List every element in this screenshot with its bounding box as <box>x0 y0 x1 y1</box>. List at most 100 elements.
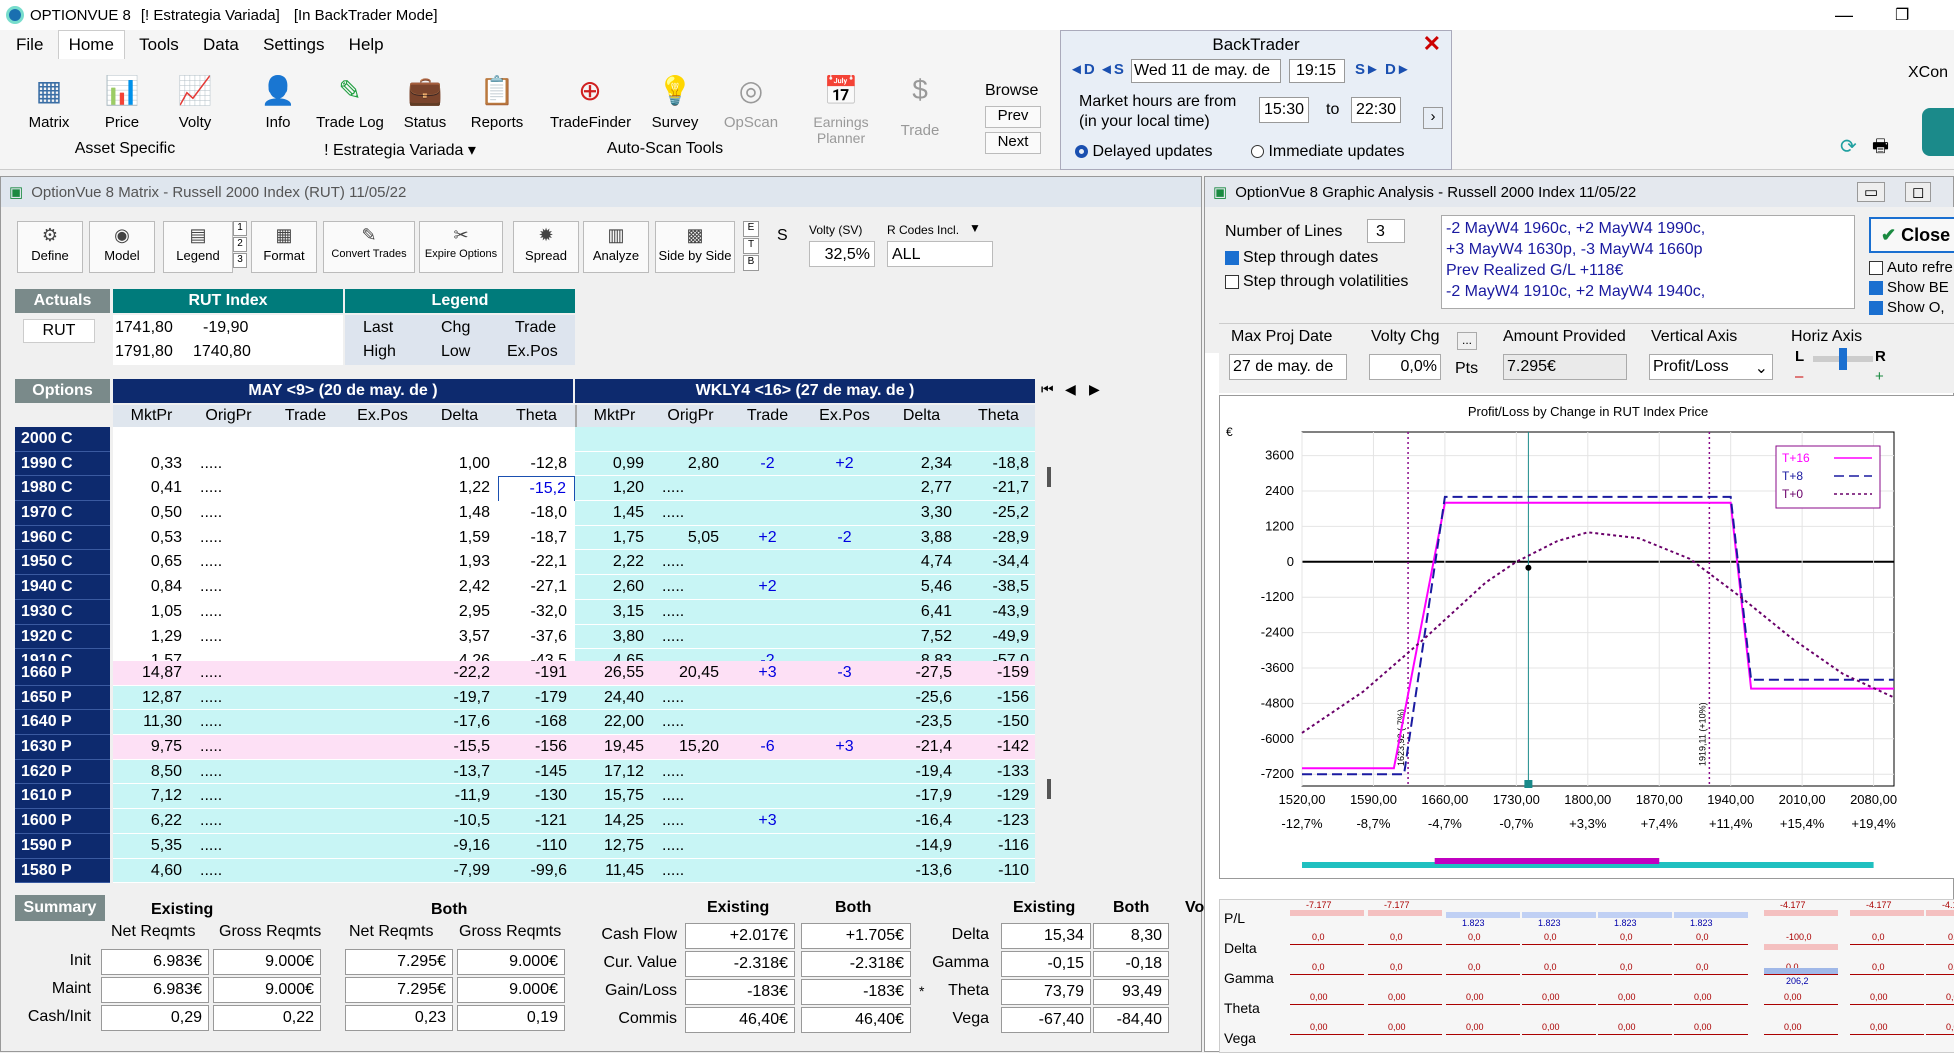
strike-label[interactable]: 1660 P <box>15 661 110 686</box>
maximize-icon[interactable]: ◻ <box>1905 182 1932 202</box>
strike-label[interactable]: 1960 C <box>15 525 110 551</box>
menu-settings[interactable]: Settings <box>253 31 334 59</box>
table-cell[interactable]: 3,80 <box>575 625 652 649</box>
table-row[interactable]: 0,65..... 1,93 -22,1 2,22..... 4,74 -34,4 <box>113 550 1037 576</box>
table-cell[interactable]: -116 <box>960 834 1037 858</box>
table-cell[interactable]: 0,50 <box>113 501 190 525</box>
table-row[interactable]: 8,50..... -13,7 -145 17,12..... -19,4 -133 <box>113 759 1035 785</box>
table-cell[interactable]: ..... <box>652 501 729 525</box>
table-cell[interactable]: -3 <box>806 661 883 685</box>
table-cell[interactable]: -43,9 <box>960 600 1037 624</box>
s-button[interactable]: S <box>777 227 788 245</box>
table-cell[interactable]: -27,1 <box>498 575 575 599</box>
table-cell[interactable]: 1,00 <box>421 452 498 476</box>
survey-button[interactable]: 💡 Survey <box>640 70 710 132</box>
next-button[interactable]: Next <box>985 132 1041 154</box>
toolbar-button-analyze[interactable]: ▥ Analyze <box>583 221 649 273</box>
step-back-session-icon[interactable]: ◄S <box>1099 61 1124 78</box>
table-cell[interactable]: -27,5 <box>883 661 960 685</box>
table-cell[interactable]: ..... <box>652 760 729 784</box>
table-cell[interactable]: 1,93 <box>421 550 498 574</box>
table-cell[interactable]: -110 <box>498 834 575 858</box>
table-row[interactable]: 6,22..... -10,5 -121 14,25..... +3 -16,4 -123 <box>113 809 1035 834</box>
toolbar-button-format[interactable]: ▦ Format <box>251 221 317 273</box>
table-cell[interactable]: ..... <box>190 661 267 685</box>
from-field[interactable]: 15:30 <box>1259 97 1309 123</box>
table-cell[interactable]: -110 <box>960 859 1037 883</box>
table-cell[interactable]: 1,05 <box>113 600 190 624</box>
strike-label[interactable]: 1590 P <box>15 833 110 859</box>
table-cell[interactable]: -10,5 <box>421 809 498 833</box>
strike-label[interactable]: 1620 P <box>15 759 110 785</box>
strike-label[interactable]: 1630 P <box>15 735 110 760</box>
table-cell[interactable]: -49,9 <box>960 625 1037 649</box>
table-cell[interactable]: ..... <box>190 760 267 784</box>
table-cell[interactable]: 1,59 <box>421 526 498 550</box>
table-cell[interactable]: 11,30 <box>113 710 190 734</box>
auto-refresh-checkbox[interactable]: Auto refre <box>1869 259 1953 276</box>
table-cell[interactable]: 11,45 <box>575 859 652 883</box>
max-proj-field[interactable]: 27 de may. de <box>1229 354 1347 380</box>
table-cell[interactable]: 2,60 <box>575 575 652 599</box>
strike-label[interactable]: 1920 C <box>15 624 110 650</box>
table-cell[interactable]: ..... <box>652 859 729 883</box>
table-cell[interactable]: -21,4 <box>883 735 960 759</box>
table-cell[interactable]: 8,50 <box>113 760 190 784</box>
strike-label[interactable]: 1640 P <box>15 710 110 736</box>
table-cell[interactable]: 19,45 <box>575 735 652 759</box>
table-cell[interactable]: -6 <box>729 735 806 759</box>
toolbar-button-side-by-side[interactable]: ▩ Side by Side <box>655 221 735 273</box>
table-cell[interactable]: 2,22 <box>575 550 652 574</box>
toolbar-button-model[interactable]: ◉ Model <box>89 221 155 273</box>
table-cell[interactable]: ..... <box>190 526 267 550</box>
table-cell[interactable]: -13,6 <box>883 859 960 883</box>
table-row[interactable]: 11,30..... -17,6 -168 22,00..... -23,5 -150 <box>113 710 1035 736</box>
toolbar-button-expire-options[interactable]: ✂ Expire Options <box>419 221 503 273</box>
table-cell[interactable]: ..... <box>190 452 267 476</box>
step-vol-checkbox[interactable]: Step through volatilities <box>1225 273 1408 291</box>
table-cell[interactable]: -32,0 <box>498 600 575 624</box>
table-cell[interactable]: ..... <box>652 710 729 734</box>
table-cell[interactable]: 14,87 <box>113 661 190 685</box>
table-cell[interactable]: 1,22 <box>421 476 498 500</box>
table-row[interactable]: 4,60..... -7,99 -99,6 11,45..... -13,6 -110 <box>113 858 1037 884</box>
table-cell[interactable]: 0,41 <box>113 476 190 500</box>
table-cell[interactable]: 2,34 <box>883 452 960 476</box>
table-cell[interactable]: 5,35 <box>113 834 190 858</box>
xcon-icon[interactable] <box>1922 108 1954 156</box>
table-cell[interactable]: ..... <box>652 550 729 574</box>
scroll-left-icon[interactable]: ◀ <box>1065 381 1076 398</box>
table-cell[interactable]: ..... <box>190 686 267 710</box>
table-cell[interactable]: +2 <box>729 526 806 550</box>
table-cell[interactable]: -13,7 <box>421 760 498 784</box>
minimize-icon[interactable]: — <box>1835 5 1853 26</box>
matrix-button[interactable]: ▦ Matrix <box>14 70 84 132</box>
table-row[interactable]: 5,35..... -9,16 -110 12,75..... -14,9 -116 <box>113 833 1037 859</box>
table-cell[interactable]: 1,45 <box>575 501 652 525</box>
opscan-button[interactable]: ◎ OpScan <box>716 70 786 132</box>
table-row[interactable]: 0,41..... 1,22 -15,2 1,20..... 2,77 -21,7 <box>113 476 1035 503</box>
to-field[interactable]: 22:30 <box>1351 97 1401 123</box>
table-cell[interactable]: ..... <box>190 550 267 574</box>
table-cell[interactable]: -22,1 <box>498 550 575 574</box>
table-cell[interactable]: -129 <box>960 784 1037 808</box>
table-cell[interactable]: 5,05 <box>652 526 729 550</box>
table-cell[interactable]: ..... <box>652 575 729 599</box>
delayed-radio[interactable]: Delayed updates <box>1075 143 1213 161</box>
table-cell[interactable]: -34,4 <box>960 550 1037 574</box>
table-cell[interactable]: +2 <box>729 575 806 599</box>
rcodes-dropdown-icon[interactable]: ▼ <box>969 221 981 235</box>
menu-tools[interactable]: Tools <box>129 31 189 59</box>
table-row[interactable] <box>113 427 1035 452</box>
close-button[interactable]: ✔ Close <box>1869 217 1954 253</box>
table-row[interactable]: 12,87..... -19,7 -179 24,40..... -25,6 -156 <box>113 685 1035 711</box>
table-cell[interactable]: -142 <box>960 735 1037 759</box>
tradefinder-button[interactable]: ⊕ TradeFinder <box>550 70 631 132</box>
table-cell[interactable]: 4,74 <box>883 550 960 574</box>
table-cell[interactable]: 0,99 <box>575 452 652 476</box>
strike-label[interactable]: 1990 C <box>15 451 110 477</box>
table-cell[interactable]: -19,7 <box>421 686 498 710</box>
table-cell[interactable]: 2,77 <box>883 476 960 500</box>
table-cell[interactable]: ..... <box>652 834 729 858</box>
table-cell[interactable]: -14,9 <box>883 834 960 858</box>
